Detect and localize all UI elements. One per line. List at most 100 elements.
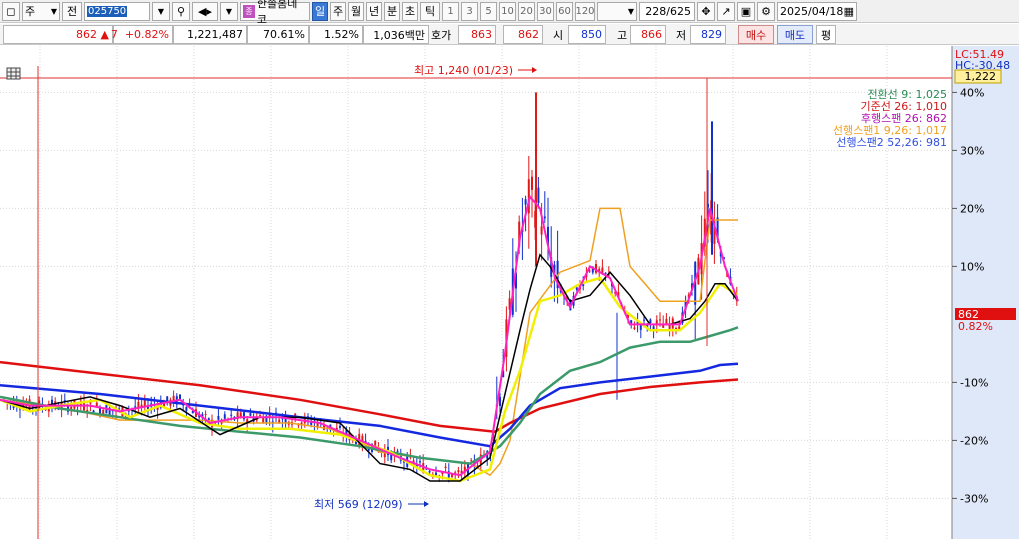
hoga-cell: 863 — [458, 25, 496, 44]
count-total: /625 — [666, 4, 691, 18]
candle-body — [204, 413, 207, 415]
plot-background — [0, 46, 952, 539]
candle-body — [444, 466, 447, 469]
buy-button[interactable]: 매수 — [738, 25, 774, 44]
average-button[interactable]: 평 — [816, 25, 836, 44]
period-month[interactable]: 월 — [348, 1, 364, 21]
candle-body — [659, 319, 661, 321]
hoga-cell-2: 862 — [503, 25, 543, 44]
candle-body — [102, 409, 105, 414]
save-icon[interactable]: ▣ — [737, 1, 755, 21]
candle-body — [649, 319, 652, 324]
code-dropdown-button[interactable]: ▼ — [152, 1, 170, 21]
chart-area[interactable]: 40% 30% 20% 10% -10% -20% -30% 최고 1,240 (01/23… — [0, 46, 1019, 539]
crosshair-icon[interactable]: ✥ — [697, 1, 715, 21]
chevron-down-icon: ▼ — [50, 6, 57, 16]
price-cell: 862 ▲ — [3, 25, 113, 44]
calendar-icon: ▦ — [843, 4, 854, 18]
stock-name-field: 종 한솔홈데코 — [240, 0, 310, 26]
y-tick-label: -10% — [960, 376, 988, 389]
candle-body — [249, 413, 252, 416]
market-label: 주 — [25, 5, 36, 18]
candle-body — [185, 406, 188, 411]
interval-3[interactable]: 3 — [461, 1, 478, 21]
vol-ratio-cell: 70.61% — [247, 25, 309, 44]
candle-body — [639, 325, 642, 330]
high-value: 866 — [641, 28, 662, 41]
stock-badge-icon: 종 — [243, 4, 255, 18]
candle-body — [179, 394, 181, 399]
speaker-icon[interactable]: ◀▸ — [192, 1, 218, 21]
candle-body — [428, 471, 431, 473]
period-second[interactable]: 초 — [402, 1, 418, 21]
custom-interval-select[interactable]: ▼ — [597, 1, 637, 21]
candle-body — [543, 216, 546, 219]
change-cell: 7 +0.82% — [110, 25, 173, 44]
interval-30[interactable]: 30 — [537, 1, 554, 21]
current-pct-label: 0.82% — [958, 320, 993, 333]
toolbar-top: ◻ 주 ▼ 전 025750 ▼ ⚲ ◀▸ ▼ 종 한솔홈데코 일 주 월 년 … — [0, 0, 1019, 26]
candle-body — [604, 272, 607, 274]
high-cell: 866 — [630, 25, 666, 44]
open-value: 850 — [581, 28, 602, 41]
gear-icon[interactable]: ⚙ — [757, 1, 775, 21]
candle-body — [633, 327, 636, 330]
candle-body — [540, 226, 543, 235]
hoga-label: 호가 — [431, 28, 452, 42]
candle-body — [419, 461, 421, 463]
menu-dropdown-icon[interactable]: ▼ — [220, 1, 238, 21]
interval-120[interactable]: 120 — [575, 1, 595, 21]
up-arrow-icon: ▲ — [100, 28, 109, 41]
open-cell: 850 — [568, 25, 606, 44]
candle-body — [531, 176, 533, 190]
open-label: 시 — [553, 28, 564, 42]
y-tick-label: 30% — [960, 144, 984, 157]
window-icon[interactable]: ◻ — [2, 1, 20, 21]
count-value: 228 — [645, 4, 667, 18]
grid-icon[interactable] — [6, 67, 21, 80]
period-year[interactable]: 년 — [366, 1, 382, 21]
high-label: 고 — [617, 28, 628, 42]
price-chart[interactable]: 40% 30% 20% 10% -10% -20% -30% 최고 1,240 (01/23… — [0, 46, 1019, 539]
stock-code-input[interactable]: 025750 — [84, 1, 150, 21]
amount-value: 1,036백만 — [373, 28, 425, 42]
candle-body — [396, 450, 399, 452]
amount-cell: 1,036백만 — [363, 25, 429, 44]
y-tick-label: -20% — [960, 434, 988, 447]
hoga-value: 863 — [471, 28, 492, 41]
low-cell: 829 — [690, 25, 726, 44]
high-annotation: 최고 1,240 (01/23) — [414, 64, 513, 77]
interval-10[interactable]: 10 — [499, 1, 516, 21]
change-value: 7 — [110, 28, 118, 41]
interval-60[interactable]: 60 — [556, 1, 573, 21]
count-field[interactable]: 228/625 — [639, 1, 695, 21]
hc-box-value: 1,222 — [965, 70, 997, 83]
candle-body — [92, 410, 95, 413]
draw-tool-icon[interactable]: ↗ — [717, 1, 735, 21]
candle-body — [643, 319, 645, 321]
stock-code-value: 025750 — [87, 5, 128, 17]
candle-body — [259, 415, 261, 417]
interval-5[interactable]: 5 — [480, 1, 497, 21]
sell-button[interactable]: 매도 — [777, 25, 813, 44]
volume-cell: 1,221,487 — [173, 25, 247, 44]
prefix-button[interactable]: 전 — [62, 1, 82, 21]
candle-body — [143, 400, 146, 407]
legend-leading-span-2: 선행스팬2 52,26: 981 — [836, 136, 947, 149]
vol-ratio-value: 70.61% — [263, 28, 305, 41]
date-field[interactable]: 2025/04/18 ▦ — [777, 1, 857, 21]
y-tick-label: 10% — [960, 260, 984, 273]
candle-body — [217, 416, 220, 420]
period-tick[interactable]: 틱 — [420, 1, 440, 21]
period-day[interactable]: 일 — [312, 1, 328, 21]
period-week[interactable]: 주 — [330, 1, 346, 21]
candle-body — [499, 397, 501, 406]
interval-1[interactable]: 1 — [442, 1, 459, 21]
y-tick-label: 20% — [960, 202, 984, 215]
period-minute[interactable]: 분 — [384, 1, 400, 21]
volume-value: 1,221,487 — [187, 28, 243, 41]
search-icon[interactable]: ⚲ — [172, 1, 190, 21]
candle-body — [630, 320, 633, 324]
interval-20[interactable]: 20 — [518, 1, 535, 21]
market-select[interactable]: 주 ▼ — [22, 1, 60, 21]
